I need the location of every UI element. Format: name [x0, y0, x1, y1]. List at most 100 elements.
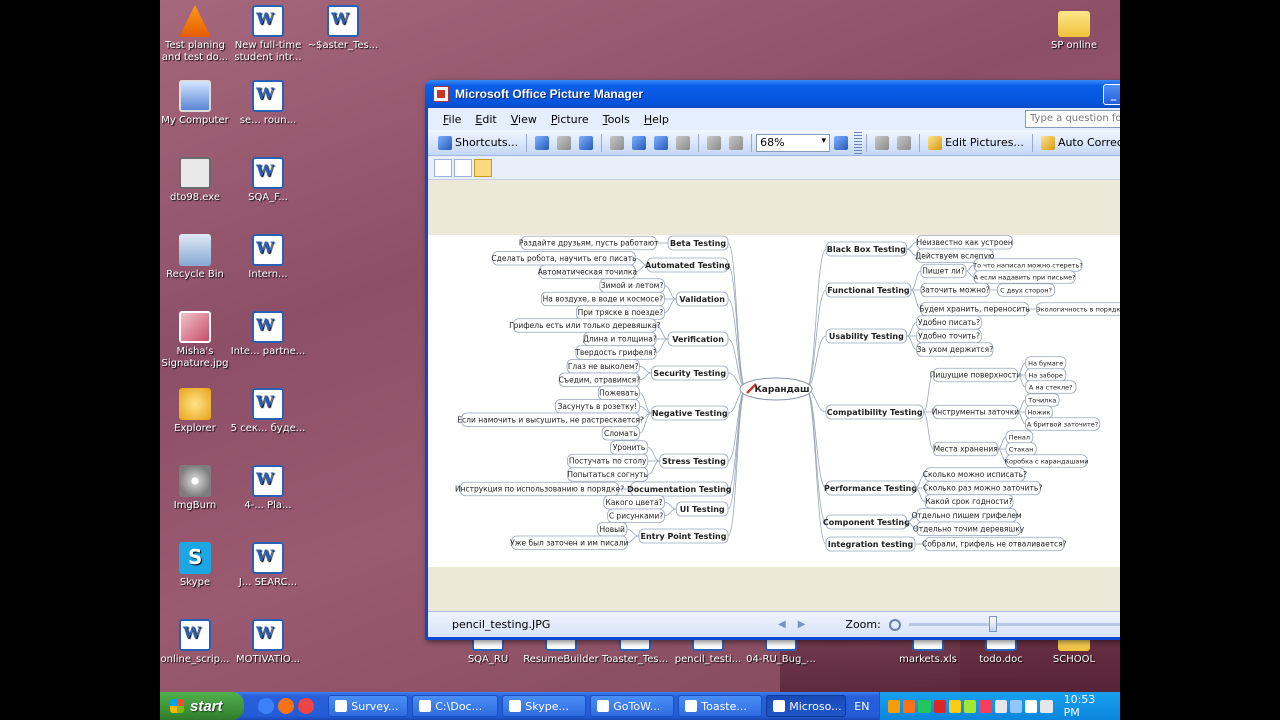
ie-quicklaunch-icon[interactable] [258, 698, 275, 714]
thumbnail-view-button[interactable] [434, 158, 452, 177]
menu-edit[interactable]: Edit [468, 113, 503, 126]
taskbar-task-button[interactable]: Skype... [502, 695, 587, 717]
leaf-label: Уже был заточен и им писали [510, 538, 628, 547]
leaf-label: Зимой и летом? [601, 281, 663, 290]
email-button[interactable] [575, 134, 597, 152]
print-icon [557, 135, 572, 150]
tray-network-icon[interactable] [994, 699, 1007, 713]
taskbar-task-button[interactable]: Microso... [766, 695, 847, 717]
opera-quicklaunch-icon[interactable] [298, 698, 315, 714]
zoom-slider-thumb[interactable] [989, 616, 998, 632]
mindmap-canvas: Beta Testing Раздайте друзьям, пусть рабо… [455, 235, 1120, 552]
single-picture-view-button[interactable] [474, 158, 492, 177]
desktop-icon[interactable]: Inte... partne... [230, 311, 306, 358]
print-button[interactable] [553, 134, 575, 152]
desktop-icon[interactable]: Intern... [230, 234, 306, 281]
filmstrip-view-button[interactable] [454, 158, 472, 177]
quick-launch [258, 698, 315, 714]
tray-app-icon[interactable] [888, 699, 901, 713]
taskbar-task-button[interactable]: Toaste... [678, 695, 763, 717]
desktop-icon[interactable]: MOTIVATIO... [230, 619, 306, 666]
mindmap-connector [727, 242, 747, 390]
menu-picture[interactable]: Picture [544, 113, 596, 126]
shortcuts-button[interactable]: Shortcuts... [434, 134, 522, 152]
tray-app-icon[interactable] [903, 699, 916, 713]
word-icon [179, 619, 211, 651]
branch-label: Compatibility Testing [827, 408, 923, 417]
menu-help[interactable]: Help [637, 113, 676, 126]
start-button[interactable]: start [160, 692, 245, 720]
copy-icon [632, 135, 647, 150]
desktop-icon[interactable]: J... SEARC... [230, 542, 306, 589]
tray-app-icon[interactable] [918, 699, 931, 713]
rotate-left-button[interactable] [871, 134, 893, 152]
desktop-icon[interactable]: 4-... Pla... [230, 465, 306, 512]
status-bar: pencil_testing.JPG ◀ ▶ Zoom: [428, 611, 1120, 637]
help-button[interactable] [830, 134, 852, 152]
toolbar-grip[interactable] [854, 131, 863, 154]
taskbar-task-button[interactable]: GoToW... [590, 695, 675, 717]
desktop-icon[interactable]: ImgBurn [160, 465, 233, 512]
edit-pictures-button[interactable]: Edit Pictures... [924, 134, 1028, 152]
tray-app-icon[interactable] [1009, 699, 1023, 713]
leaf-label: Длина и толщина? [583, 335, 657, 344]
window-client: File Edit View Picture Tools Help Type a… [428, 108, 1120, 637]
zoom-select[interactable]: 68% [756, 133, 831, 152]
taskbar: start Survey... C:\Doc... Skype... GoToW...… [160, 692, 1120, 720]
branch-label: Beta Testing [670, 239, 726, 248]
menu-file[interactable]: File [436, 113, 468, 126]
undo-icon [707, 135, 722, 150]
paste-button[interactable] [650, 134, 672, 152]
leaf-label: Удобно точить? [918, 332, 980, 341]
language-indicator[interactable]: EN [854, 700, 879, 713]
desktop-icon[interactable]: Test planing and test do... [160, 5, 233, 64]
mindmap-connector [910, 270, 922, 291]
help-search-input[interactable]: Type a question for help [1025, 110, 1120, 128]
desktop-icon[interactable]: Misha's Signature.jpg [160, 311, 233, 370]
copy-button[interactable] [628, 134, 650, 152]
firefox-quicklaunch-icon[interactable] [278, 698, 295, 714]
redo-button[interactable] [725, 134, 747, 152]
cut-button[interactable] [606, 134, 628, 152]
desktop-icon[interactable]: ~$aster_Tes... [305, 5, 381, 52]
tray-volume-icon[interactable] [1040, 699, 1053, 713]
tray-app-icon[interactable] [1025, 699, 1038, 713]
desktop-icon[interactable]: Skype [160, 542, 233, 589]
desktop-icon[interactable]: My Computer [160, 80, 233, 127]
desktop-icon[interactable]: 5 сек... буде... [230, 388, 306, 435]
desktop-icon[interactable]: SP online [1036, 5, 1112, 52]
leaf-label: С рисунками? [609, 511, 663, 520]
tray-app-icon[interactable] [964, 699, 977, 713]
rotate-right-button[interactable] [893, 134, 915, 152]
previous-picture-button[interactable]: ◀ [778, 619, 786, 630]
delete-button[interactable] [672, 134, 694, 152]
menu-view[interactable]: View [504, 113, 544, 126]
zoom-out-icon[interactable] [888, 618, 901, 631]
desktop-icon-label: todo.doc [979, 654, 1023, 665]
desktop-icon[interactable]: Explorer [160, 388, 233, 435]
next-picture-button[interactable]: ▶ [798, 619, 806, 630]
desktop-icon[interactable]: se... roun... [230, 80, 306, 127]
tray-app-icon[interactable] [933, 699, 946, 713]
branch-label: UI Testing [680, 505, 725, 514]
desktop-icon[interactable]: New full-time student intr... [230, 5, 306, 64]
picture-manager-app-icon[interactable] [433, 86, 449, 102]
tray-shield-icon[interactable] [948, 699, 962, 713]
zoom-slider[interactable] [908, 616, 1120, 632]
desktop-icon[interactable]: online_scrip... [160, 619, 233, 666]
title-bar[interactable]: Microsoft Office Picture Manager _ □ ✕ [425, 80, 1120, 108]
img-icon [179, 311, 211, 343]
desktop-icon[interactable]: SQA_F... [230, 157, 306, 204]
leaf-label: Глаз не выколем? [568, 362, 639, 371]
taskbar-task-button[interactable]: C:\Doc... [412, 695, 499, 717]
skype-icon [179, 542, 211, 574]
auto-correct-button[interactable]: Auto Correct [1037, 134, 1120, 152]
desktop-icon[interactable]: dto98.exe [160, 157, 233, 204]
minimize-button[interactable]: _ [1103, 83, 1120, 105]
save-button[interactable] [531, 134, 553, 152]
tray-app-icon[interactable] [979, 699, 992, 713]
desktop-icon[interactable]: Recycle Bin [160, 234, 233, 281]
taskbar-task-button[interactable]: Survey... [328, 695, 409, 717]
menu-tools[interactable]: Tools [596, 113, 637, 126]
undo-button[interactable] [703, 134, 725, 152]
